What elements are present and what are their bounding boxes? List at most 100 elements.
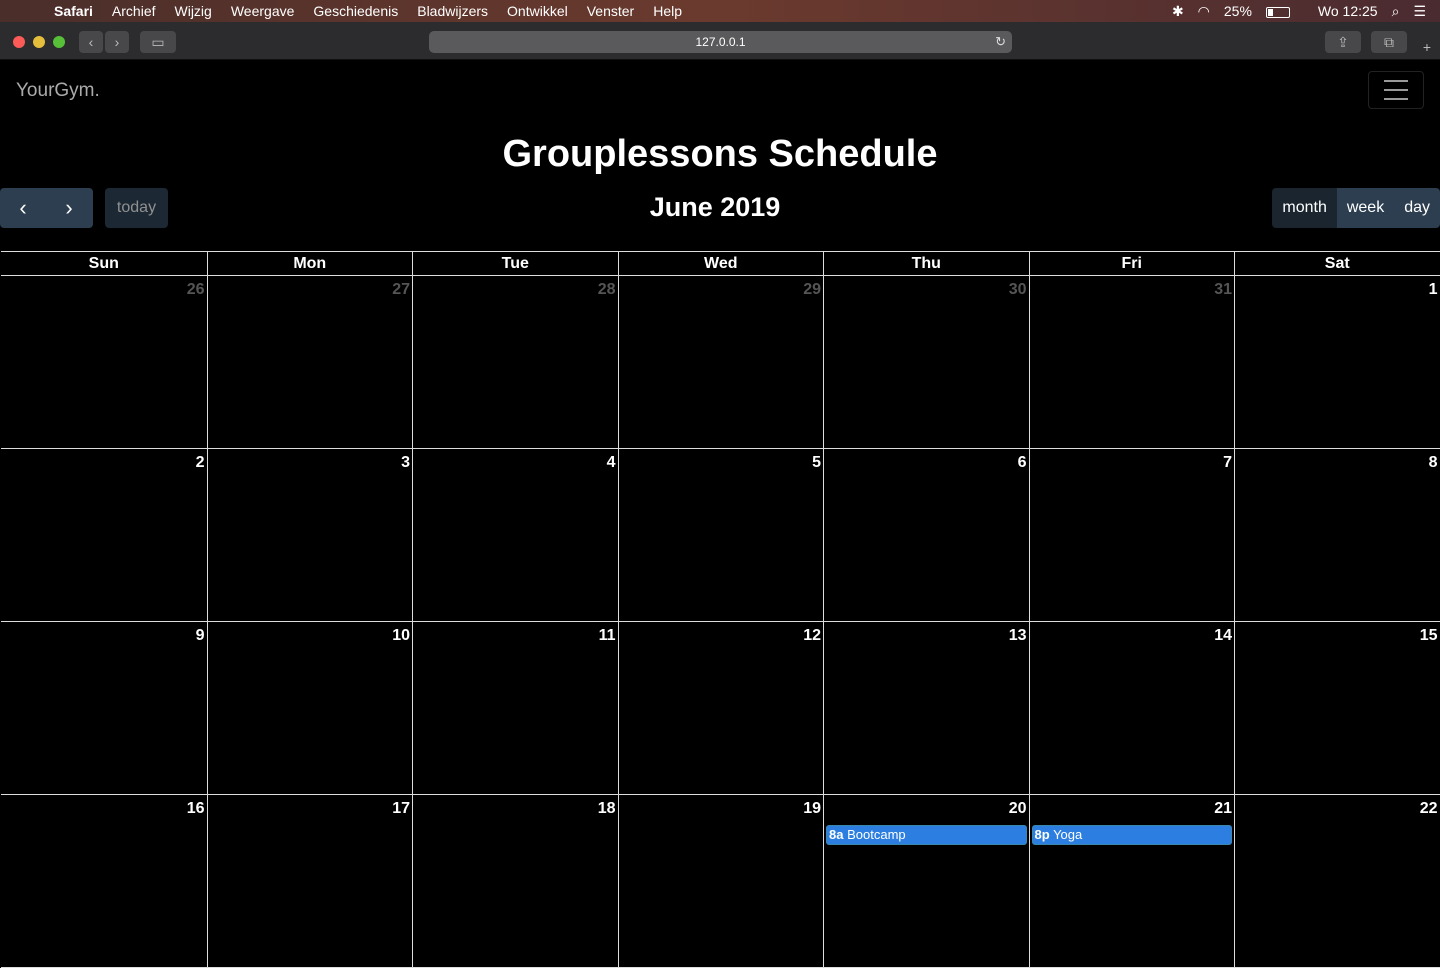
- calendar-event[interactable]: 8p Yoga: [1031, 825, 1232, 845]
- day-number[interactable]: 27: [392, 281, 410, 299]
- weekday-header: Sun Mon Tue Wed Thu Fri Sat: [1, 251, 1440, 276]
- day-number[interactable]: 5: [812, 454, 821, 472]
- day-number[interactable]: 26: [187, 281, 205, 299]
- day-number[interactable]: 6: [1018, 454, 1027, 472]
- close-window-button[interactable]: [13, 36, 25, 48]
- url-text: 127.0.0.1: [695, 35, 746, 49]
- calendar-day-cell[interactable]: 31: [1028, 276, 1235, 448]
- calendar-day-cell[interactable]: 5: [617, 449, 824, 621]
- zoom-window-button[interactable]: [53, 36, 65, 48]
- weekday-label: Sat: [1234, 252, 1440, 275]
- weekday-label: Tue: [412, 252, 618, 275]
- day-number[interactable]: 20: [1009, 800, 1027, 818]
- calendar-day-cell[interactable]: 15: [1234, 622, 1440, 794]
- tabs-overview-icon[interactable]: ⧉: [1371, 31, 1407, 53]
- day-number[interactable]: 21: [1214, 800, 1232, 818]
- event-title: Bootcamp: [847, 827, 906, 842]
- menu-help[interactable]: Help: [653, 3, 682, 19]
- minimize-window-button[interactable]: [33, 36, 45, 48]
- calendar-day-cell[interactable]: 1: [1234, 276, 1440, 448]
- calendar-day-cell[interactable]: 10: [206, 622, 413, 794]
- bluetooth-icon[interactable]: ✱: [1172, 3, 1184, 20]
- calendar-day-cell[interactable]: 27: [206, 276, 413, 448]
- menu-weergave[interactable]: Weergave: [231, 3, 295, 19]
- calendar-day-cell[interactable]: 12: [617, 622, 824, 794]
- menu-wijzig[interactable]: Wijzig: [175, 3, 212, 19]
- day-number[interactable]: 7: [1223, 454, 1232, 472]
- brand-logo[interactable]: YourGym.: [16, 80, 100, 102]
- menu-venster[interactable]: Venster: [587, 3, 634, 19]
- calendar-weeks: 26 27 28 29 30 31 1 2 3 4 5 6 7 8 9 10 11 12 13 14 15 16 17 18 1…: [1, 276, 1440, 968]
- weekday-label: Thu: [823, 252, 1029, 275]
- calendar-day-cell[interactable]: 14: [1028, 622, 1235, 794]
- day-number[interactable]: 19: [803, 800, 821, 818]
- view-day-button[interactable]: day: [1394, 188, 1440, 228]
- calendar-day-cell[interactable]: 16: [1, 795, 207, 967]
- view-month-button[interactable]: month: [1272, 188, 1337, 228]
- sidebar-icon[interactable]: ▭: [140, 31, 176, 53]
- calendar-day-cell[interactable]: 13: [823, 622, 1029, 794]
- day-number[interactable]: 17: [392, 800, 410, 818]
- notification-center-icon[interactable]: ☰: [1413, 3, 1426, 20]
- day-number[interactable]: 2: [196, 454, 205, 472]
- day-number[interactable]: 4: [607, 454, 616, 472]
- wifi-icon[interactable]: ◠: [1198, 3, 1210, 20]
- day-number[interactable]: 13: [1009, 627, 1027, 645]
- calendar-day-cell[interactable]: 7: [1028, 449, 1235, 621]
- calendar-day-cell[interactable]: 29: [617, 276, 824, 448]
- calendar-grid: Sun Mon Tue Wed Thu Fri Sat 26 27 28 29 30 31…: [1, 251, 1440, 968]
- forward-icon[interactable]: ›: [105, 31, 129, 53]
- reload-icon[interactable]: ↻: [995, 34, 1006, 50]
- weekday-label: Mon: [206, 252, 413, 275]
- day-number[interactable]: 3: [401, 454, 410, 472]
- spotlight-icon[interactable]: ⌕: [1392, 3, 1400, 20]
- day-number[interactable]: 1: [1429, 281, 1438, 299]
- day-number[interactable]: 28: [598, 281, 616, 299]
- day-number[interactable]: 16: [187, 800, 205, 818]
- calendar-day-cell[interactable]: 6: [823, 449, 1029, 621]
- day-number[interactable]: 14: [1214, 627, 1232, 645]
- share-icon[interactable]: ⇪: [1325, 31, 1361, 53]
- calendar-day-cell[interactable]: 28: [412, 276, 618, 448]
- battery-percent[interactable]: 25%: [1224, 3, 1252, 19]
- back-icon[interactable]: ‹: [79, 31, 103, 53]
- address-bar[interactable]: 127.0.0.1 ↻: [429, 31, 1012, 53]
- calendar-day-cell[interactable]: 20 8a Bootcamp: [823, 795, 1029, 967]
- calendar-day-cell[interactable]: 26: [1, 276, 207, 448]
- day-number[interactable]: 31: [1214, 281, 1232, 299]
- clock[interactable]: Wo 12:25: [1318, 3, 1378, 19]
- day-number[interactable]: 9: [196, 627, 205, 645]
- calendar-day-cell[interactable]: 18: [412, 795, 618, 967]
- calendar-day-cell[interactable]: 22: [1234, 795, 1440, 967]
- menu-ontwikkel[interactable]: Ontwikkel: [507, 3, 568, 19]
- day-number[interactable]: 18: [598, 800, 616, 818]
- day-number[interactable]: 30: [1009, 281, 1027, 299]
- calendar-week-row: 26 27 28 29 30 31 1: [1, 276, 1440, 449]
- calendar-event[interactable]: 8a Bootcamp: [826, 825, 1027, 845]
- day-number[interactable]: 29: [803, 281, 821, 299]
- day-number[interactable]: 10: [392, 627, 410, 645]
- menu-archief[interactable]: Archief: [112, 3, 156, 19]
- calendar-day-cell[interactable]: 2: [1, 449, 207, 621]
- navbar-toggle-button[interactable]: [1368, 71, 1424, 109]
- menu-app-name[interactable]: Safari: [54, 3, 93, 19]
- calendar-day-cell[interactable]: 30: [823, 276, 1029, 448]
- calendar-day-cell[interactable]: 3: [206, 449, 413, 621]
- new-tab-icon[interactable]: +: [1415, 36, 1439, 58]
- calendar-day-cell[interactable]: 8: [1234, 449, 1440, 621]
- day-number[interactable]: 15: [1420, 627, 1438, 645]
- calendar-day-cell[interactable]: 21 8p Yoga: [1028, 795, 1235, 967]
- calendar-day-cell[interactable]: 4: [412, 449, 618, 621]
- calendar-day-cell[interactable]: 9: [1, 622, 207, 794]
- calendar-day-cell[interactable]: 17: [206, 795, 413, 967]
- hamburger-icon-line: [1384, 80, 1408, 82]
- day-number[interactable]: 11: [599, 627, 616, 645]
- menu-bladwijzers[interactable]: Bladwijzers: [417, 3, 488, 19]
- calendar-day-cell[interactable]: 11: [412, 622, 618, 794]
- view-week-button[interactable]: week: [1336, 188, 1395, 228]
- day-number[interactable]: 8: [1429, 454, 1438, 472]
- day-number[interactable]: 22: [1420, 800, 1438, 818]
- menu-geschiedenis[interactable]: Geschiedenis: [313, 3, 398, 19]
- calendar-day-cell[interactable]: 19: [617, 795, 824, 967]
- day-number[interactable]: 12: [803, 627, 821, 645]
